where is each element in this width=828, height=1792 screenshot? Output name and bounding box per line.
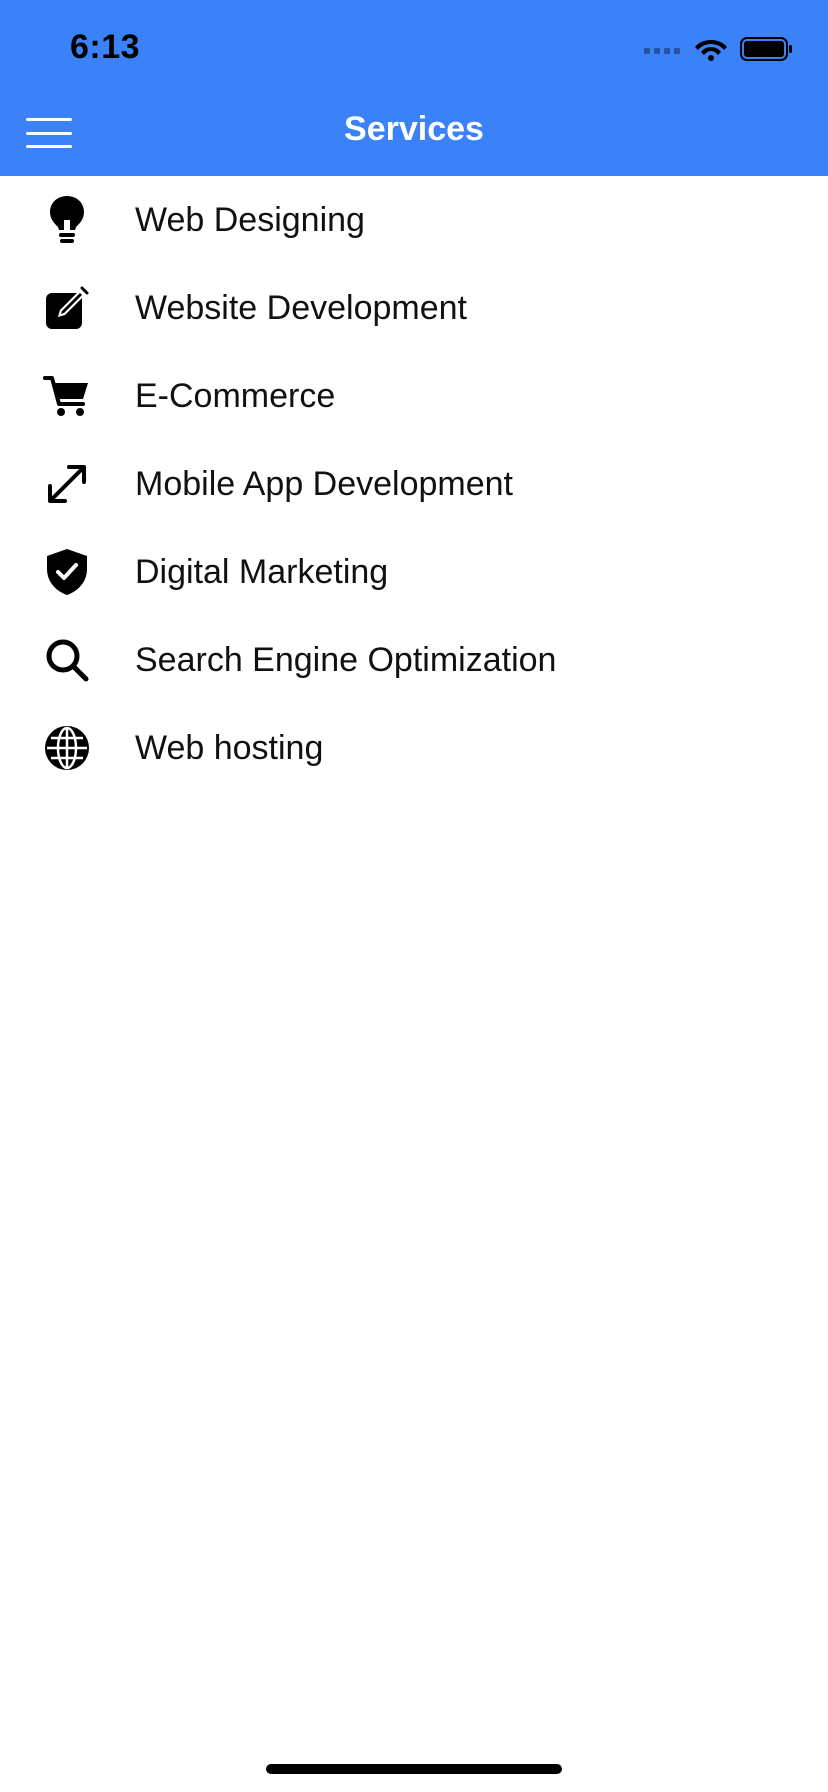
- service-item-website-development[interactable]: Website Development: [0, 264, 828, 352]
- service-item-e-commerce[interactable]: E-Commerce: [0, 352, 828, 440]
- resize-diagonal-icon: [37, 454, 97, 514]
- service-label: Digital Marketing: [135, 552, 389, 591]
- service-item-seo[interactable]: Search Engine Optimization: [0, 616, 828, 704]
- app-screen: 6:13 Services Web Designing Website Deve…: [0, 0, 828, 1792]
- service-label: Web Designing: [135, 200, 365, 239]
- service-item-web-hosting[interactable]: Web hosting: [0, 704, 828, 792]
- edit-square-icon: [37, 278, 97, 338]
- status-time: 6:13: [70, 28, 141, 66]
- home-indicator[interactable]: [266, 1764, 562, 1774]
- shield-check-icon: [37, 542, 97, 602]
- cellular-signal-icon: [644, 48, 680, 54]
- service-label: Web hosting: [135, 728, 324, 767]
- services-list: Web Designing Website Development E-Comm…: [0, 176, 828, 792]
- app-header: 6:13 Services: [0, 0, 828, 176]
- service-label: Website Development: [135, 288, 467, 327]
- service-label: E-Commerce: [135, 376, 336, 415]
- search-icon: [37, 630, 97, 690]
- service-label: Search Engine Optimization: [135, 640, 557, 679]
- status-indicators: [644, 34, 794, 68]
- service-item-digital-marketing[interactable]: Digital Marketing: [0, 528, 828, 616]
- wifi-icon: [694, 36, 728, 67]
- page-title: Services: [344, 110, 484, 148]
- battery-icon: [740, 36, 794, 67]
- service-item-web-designing[interactable]: Web Designing: [0, 176, 828, 264]
- shopping-cart-icon: [37, 366, 97, 426]
- service-label: Mobile App Development: [135, 464, 514, 503]
- lightbulb-icon: [37, 190, 97, 250]
- service-item-mobile-app-development[interactable]: Mobile App Development: [0, 440, 828, 528]
- globe-icon: [37, 718, 97, 778]
